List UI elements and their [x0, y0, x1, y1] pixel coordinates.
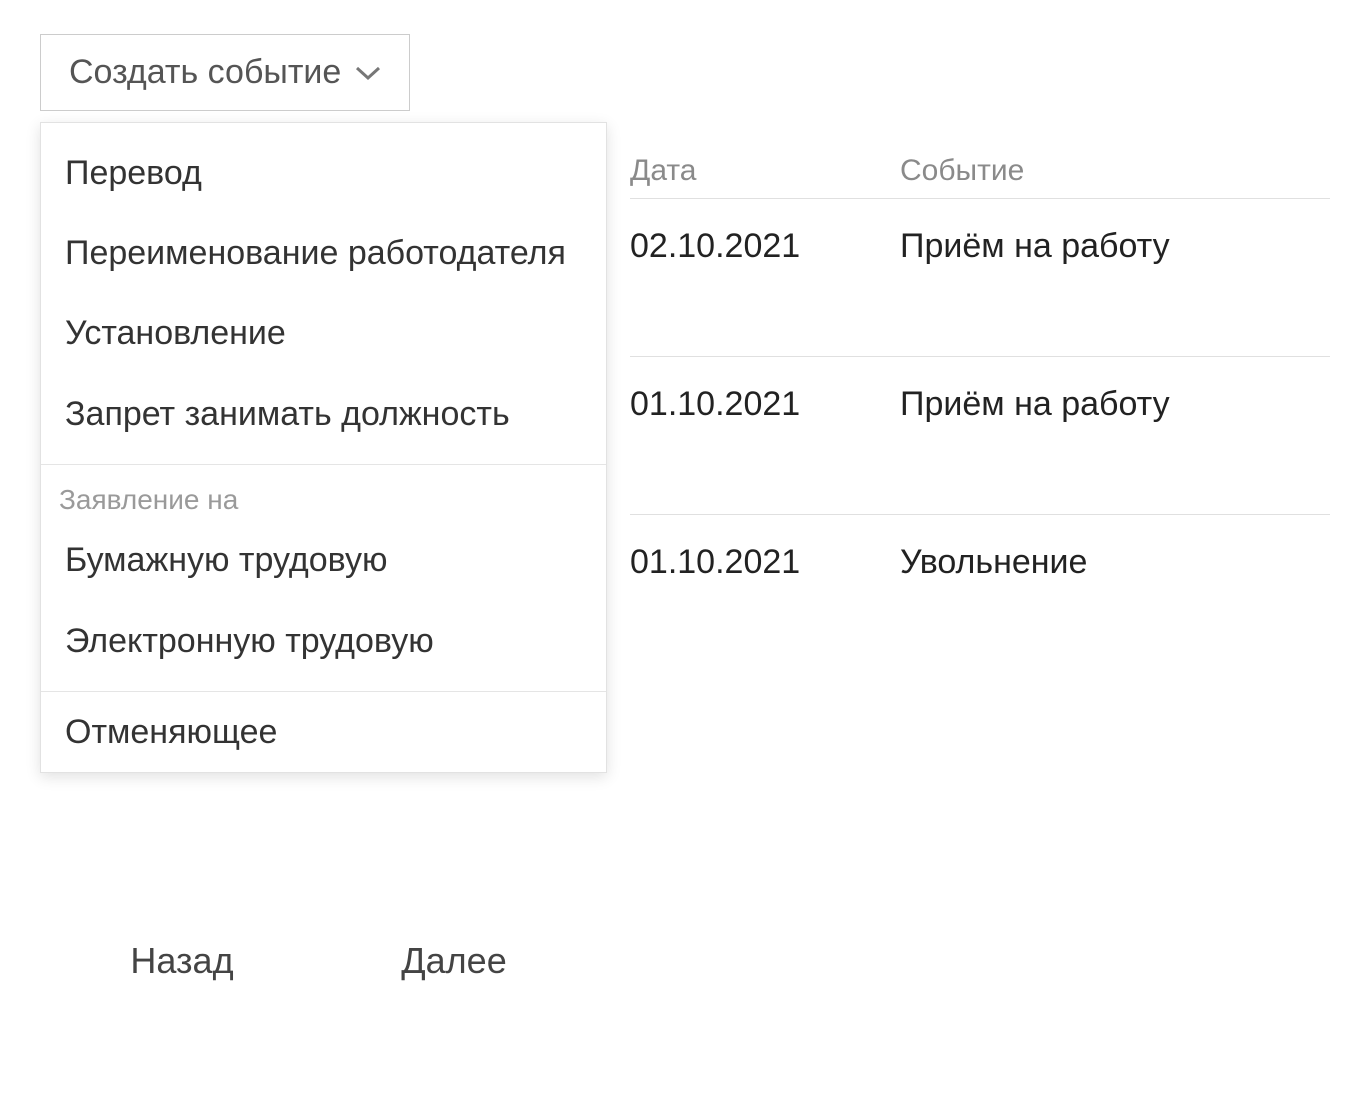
- table-header: Дата Событие: [630, 154, 1330, 199]
- create-event-menu: Перевод Переименование работодателя Уста…: [40, 122, 607, 773]
- menu-item-ban-position[interactable]: Запрет занимать должность: [41, 374, 606, 454]
- chevron-down-icon: [355, 65, 381, 81]
- column-header-date: Дата: [630, 154, 900, 188]
- back-button[interactable]: Назад: [42, 918, 304, 1004]
- events-table: Дата Событие 02.10.2021 Приём на работу …: [630, 154, 1330, 672]
- menu-group-label-statement: Заявление на: [41, 465, 606, 521]
- cell-date: 01.10.2021: [630, 543, 900, 582]
- cell-event: Приём на работу: [900, 385, 1330, 424]
- menu-item-rename-employer[interactable]: Переименование работодателя: [41, 213, 606, 293]
- menu-item-establishment[interactable]: Установление: [41, 293, 606, 373]
- table-row[interactable]: 01.10.2021 Увольнение: [630, 515, 1330, 672]
- menu-item-transfer[interactable]: Перевод: [41, 133, 606, 213]
- table-row[interactable]: 01.10.2021 Приём на работу: [630, 357, 1330, 515]
- menu-item-electronic-workbook[interactable]: Электронную трудовую: [41, 601, 606, 681]
- cell-event: Увольнение: [900, 543, 1330, 582]
- next-button-label: Далее: [401, 940, 506, 982]
- table-row[interactable]: 02.10.2021 Приём на работу: [630, 199, 1330, 357]
- back-button-label: Назад: [130, 940, 233, 982]
- create-event-button[interactable]: Создать событие: [40, 34, 410, 111]
- menu-item-cancelling[interactable]: Отменяющее: [41, 692, 606, 772]
- create-event-label: Создать событие: [69, 53, 341, 92]
- next-button[interactable]: Далее: [332, 918, 594, 1004]
- menu-item-paper-workbook[interactable]: Бумажную трудовую: [41, 520, 606, 600]
- cell-date: 01.10.2021: [630, 385, 900, 424]
- column-header-event: Событие: [900, 154, 1330, 188]
- cell-event: Приём на работу: [900, 227, 1330, 266]
- cell-date: 02.10.2021: [630, 227, 900, 266]
